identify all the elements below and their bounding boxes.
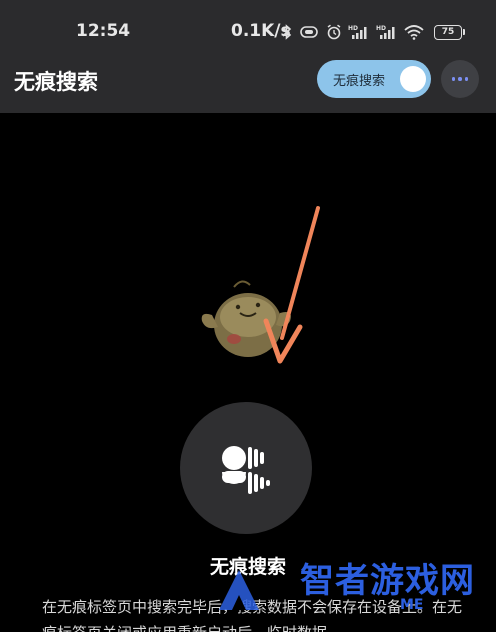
- svg-text:HD: HD: [376, 25, 386, 32]
- alarm-icon: [326, 24, 342, 40]
- arrow-annotation: [263, 206, 320, 364]
- watermark-sub: ME: [400, 597, 424, 613]
- screen: 12:54 0.1K/s HD HD 75 无痕搜索 无痕搜索 无痕搜索 智者游…: [0, 0, 496, 632]
- watermark-logo-icon: [219, 570, 259, 610]
- incognito-toggle-label: 无痕搜索: [333, 73, 386, 89]
- incognito-icon: [222, 446, 270, 494]
- battery-icon: 75: [434, 24, 465, 40]
- status-icons: HD HD 75: [282, 18, 465, 46]
- watermark-text: 智者游戏网: [300, 561, 475, 601]
- bluetooth-icon: [282, 24, 292, 40]
- more-button[interactable]: [441, 60, 479, 98]
- wifi-icon: [404, 24, 424, 40]
- hd-signal-icon: HD: [376, 24, 398, 40]
- page-title: 无痕搜索: [14, 70, 98, 94]
- app-bar: 无痕搜索 无痕搜索: [0, 56, 496, 113]
- status-time: 12:54: [76, 21, 131, 41]
- vibrate-icon: [298, 25, 320, 39]
- incognito-toggle[interactable]: 无痕搜索: [317, 60, 431, 98]
- toggle-knob: [400, 66, 426, 92]
- status-bar: 12:54 0.1K/s HD HD 75: [0, 0, 496, 56]
- main-content: 无痕搜索 在无痕标签页中搜索完毕后，搜索数据不会保存在设备上。在无痕标签页关闭或…: [0, 113, 496, 632]
- hd-signal-icon: HD: [348, 24, 370, 40]
- incognito-button[interactable]: [180, 402, 312, 534]
- more-dots-icon: [451, 77, 469, 81]
- battery-level: 75: [441, 27, 455, 37]
- svg-text:HD: HD: [348, 25, 358, 32]
